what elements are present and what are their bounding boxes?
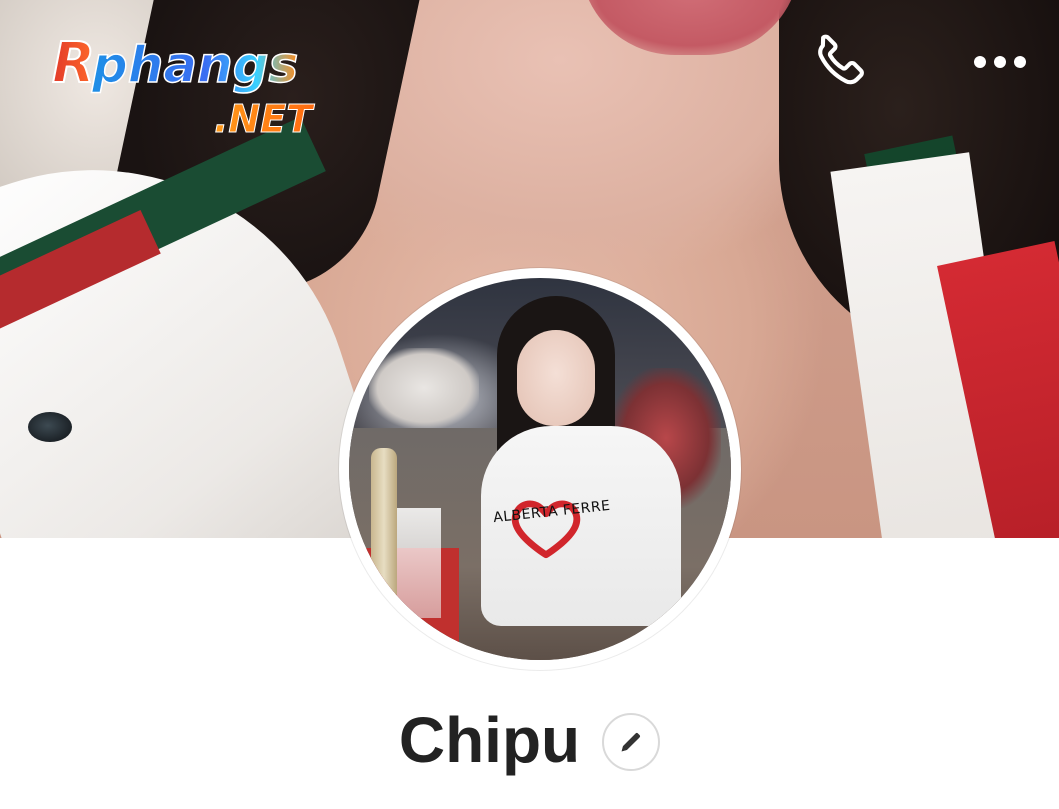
profile-name: Chipu: [398, 704, 581, 776]
profile-name-row: Chipu: [0, 690, 1059, 790]
more-options-button[interactable]: [962, 40, 1038, 84]
phone-icon: [818, 34, 864, 85]
svg-text:phangs: phangs: [91, 36, 298, 94]
photo-detail: [369, 348, 479, 428]
pencil-icon: [621, 733, 641, 752]
profile-photo: ALBERTA FERRE: [349, 278, 731, 660]
watermark-logo: R phangs .NET: [52, 30, 316, 140]
call-button[interactable]: [800, 28, 876, 98]
edit-name-button[interactable]: [602, 713, 661, 771]
cover-photo-detail: [28, 412, 72, 442]
svg-text:R: R: [52, 31, 95, 96]
cover-photo-detail: [580, 0, 800, 55]
svg-text:.NET: .NET: [214, 97, 315, 140]
profile-screen: R phangs .NET ALBERTA FERRE Chipu: [0, 0, 1059, 809]
more-horizontal-icon: [974, 56, 1026, 68]
photo-detail: [517, 330, 595, 426]
photo-detail: [371, 448, 397, 598]
photo-detail: [397, 508, 441, 618]
avatar[interactable]: ALBERTA FERRE: [339, 268, 741, 670]
